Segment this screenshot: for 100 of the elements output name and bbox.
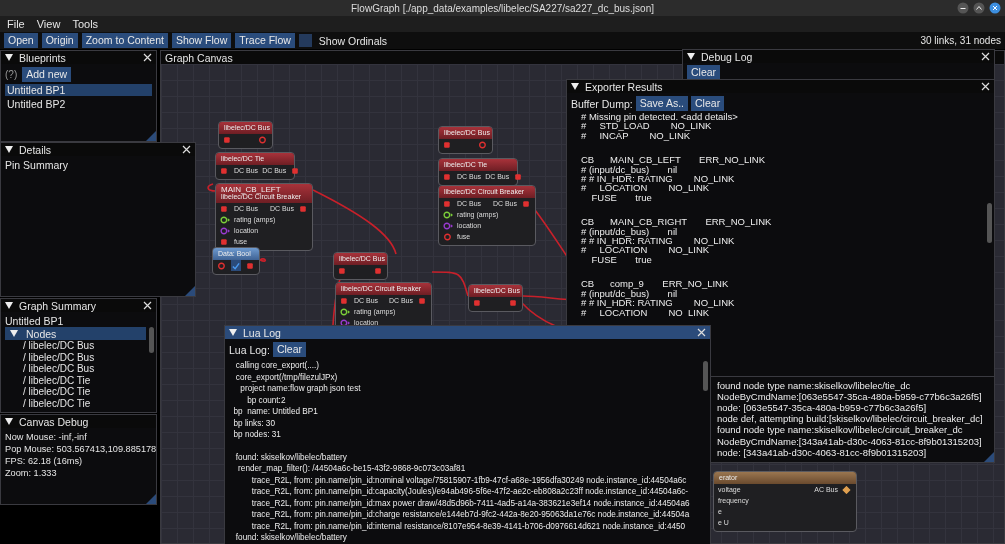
checkbox[interactable] xyxy=(231,260,241,271)
add-button[interactable]: Add new xyxy=(22,67,72,82)
pin-icon[interactable] xyxy=(245,261,255,270)
log-line: # INCAP NO_LINK xyxy=(581,130,691,141)
tree-item[interactable]: / libelec/DC Tie xyxy=(5,374,146,386)
tree-item[interactable]: / libelec/DC Bus xyxy=(5,340,146,352)
pin-icon[interactable] xyxy=(513,172,524,181)
debug-line: FPS: 62.18 (16ms) xyxy=(5,455,84,467)
pin-icon[interactable] xyxy=(443,232,453,241)
tree-item[interactable]: / libelec/DC Tie xyxy=(5,386,146,398)
collapse-icon[interactable] xyxy=(571,83,579,90)
help-marker[interactable]: (?) xyxy=(5,69,18,80)
pin-icon[interactable] xyxy=(298,204,308,213)
panel-title: Details xyxy=(19,143,52,156)
pin-icon[interactable] xyxy=(521,199,531,208)
log-line: FUSE true xyxy=(590,192,653,203)
collapse-icon[interactable] xyxy=(5,54,13,61)
log-label: Lua Log: xyxy=(229,343,270,356)
pin-icon[interactable] xyxy=(417,296,427,305)
log-line: bp nodes: 31 xyxy=(232,429,282,441)
panel-title: Graph Summary xyxy=(19,299,97,312)
log-line: CB MAIN_CB_RIGHT ERR_NO_LINK xyxy=(581,217,773,227)
pin-icon[interactable] xyxy=(340,296,350,305)
toolbar-button[interactable]: Show Flow xyxy=(171,33,232,48)
log-line: trace_R2L, from: pin.name/pin_id:internal resistance/8107e954-8e39-4141-b706-d0976614d621 node.instance_id:4450 xyxy=(250,520,687,532)
scrollbar[interactable] xyxy=(987,203,992,243)
pin-icon[interactable] xyxy=(220,237,230,246)
pin-icon[interactable] xyxy=(223,135,233,144)
pin-icon[interactable] xyxy=(478,140,488,149)
pin-icon[interactable] xyxy=(473,298,483,307)
clear-button[interactable]: Clear xyxy=(272,342,306,357)
log-line: found: skiselkov/libelec/battery xyxy=(234,451,348,463)
menu-item[interactable]: File xyxy=(7,18,25,30)
tree-node[interactable]: Nodes xyxy=(5,327,146,340)
pin-icon[interactable] xyxy=(220,204,230,213)
close-icon[interactable] xyxy=(981,52,990,61)
log-line: bp count:2 xyxy=(246,394,287,406)
collapse-icon[interactable] xyxy=(687,53,695,60)
close-icon[interactable] xyxy=(182,145,191,154)
scrollbar[interactable] xyxy=(703,361,708,391)
scrollbar[interactable] xyxy=(149,327,154,353)
resize-grip-icon[interactable] xyxy=(984,452,994,462)
resize-grip-icon[interactable] xyxy=(146,494,156,504)
panel-title: Exporter Results xyxy=(585,80,663,93)
close-icon[interactable] xyxy=(143,53,152,62)
menu-item[interactable]: Tools xyxy=(72,18,99,30)
close-icon[interactable] xyxy=(697,328,706,337)
pin-icon[interactable] xyxy=(220,166,230,175)
maximize-icon[interactable] xyxy=(973,2,985,14)
tree-item[interactable]: / libelec/DC Bus xyxy=(5,363,146,375)
pin-icon[interactable] xyxy=(258,135,268,144)
menu-item[interactable]: View xyxy=(36,18,61,30)
pin-icon[interactable] xyxy=(443,172,453,181)
blueprint-item[interactable]: Untitled BP1 xyxy=(5,84,152,96)
log-line: NodeByCmdName:[063e5547-35ca-480a-b959-c77b6c3a26f5] xyxy=(717,390,983,402)
pin-icon[interactable] xyxy=(373,266,383,275)
log-line: node: [063e5547-35ca-480a-b959-c77b6c3a26f5] xyxy=(717,402,928,414)
collapse-icon[interactable] xyxy=(229,329,237,336)
pin-icon[interactable] xyxy=(443,199,453,208)
pin-icon[interactable] xyxy=(443,210,453,219)
pin-icon[interactable] xyxy=(443,140,453,149)
pin-icon[interactable] xyxy=(508,298,518,307)
tree-item[interactable]: / libelec/DC Tie xyxy=(5,397,146,409)
pin-icon[interactable] xyxy=(290,166,301,175)
panel-title: Blueprints xyxy=(19,51,66,64)
toolbar-button[interactable]: Zoom to Content xyxy=(81,33,168,48)
log-line: found: skiselkov/libelec/battery xyxy=(234,532,348,544)
checkbox[interactable] xyxy=(298,34,312,47)
close-icon[interactable] xyxy=(981,82,990,91)
window-title: FlowGraph [./app_data/examples/libelec/SA227/sa227_dc_bus.json] xyxy=(351,2,654,14)
log-line: render_map_filter(): /44504a6c-be15-43f2-9868-9c073c03af81 xyxy=(237,463,467,475)
log-line: CB MAIN_CB_LEFT ERR_NO_LINK xyxy=(581,155,767,165)
collapse-icon[interactable] xyxy=(5,418,13,425)
log-line: found node type name:skiselkov/libelec/circuit_breaker_dc xyxy=(717,424,964,436)
pin-icon[interactable] xyxy=(217,261,227,270)
log-line: bp name: Untitled BP1 xyxy=(232,406,319,418)
collapse-icon[interactable] xyxy=(5,146,13,153)
log-line: # Missing pin detected. <add details> xyxy=(581,112,739,122)
pin-icon[interactable] xyxy=(338,266,348,275)
log-line: FUSE true xyxy=(590,254,653,265)
close-icon[interactable] xyxy=(989,2,1001,14)
toolbar-button[interactable]: Save As.. xyxy=(635,96,689,111)
panel-title: Lua Log xyxy=(243,326,281,339)
expand-arrow-icon[interactable] xyxy=(10,330,18,337)
toolbar-button[interactable]: Trace Flow xyxy=(235,33,295,48)
pin-icon[interactable] xyxy=(340,307,350,316)
minimize-icon[interactable] xyxy=(957,2,969,14)
section-label: Pin Summary xyxy=(5,159,69,171)
toolbar-button[interactable]: Clear xyxy=(691,96,725,111)
log-line: # STD_LOAD NO_LINK xyxy=(581,121,713,131)
toolbar-button[interactable]: Origin xyxy=(41,33,78,48)
log-line: # # IN_HDR: RATING NO_LINK xyxy=(581,236,736,246)
log-line: calling core_export(....) xyxy=(234,360,321,372)
toolbar-button[interactable]: Open xyxy=(4,33,38,48)
resize-grip-icon[interactable] xyxy=(185,286,195,296)
close-icon[interactable] xyxy=(143,301,152,310)
blueprint-item[interactable]: Untitled BP2 xyxy=(5,98,152,110)
tree-item[interactable]: / libelec/DC Bus xyxy=(5,351,146,363)
pin-icon[interactable] xyxy=(220,215,230,224)
collapse-icon[interactable] xyxy=(5,302,13,309)
